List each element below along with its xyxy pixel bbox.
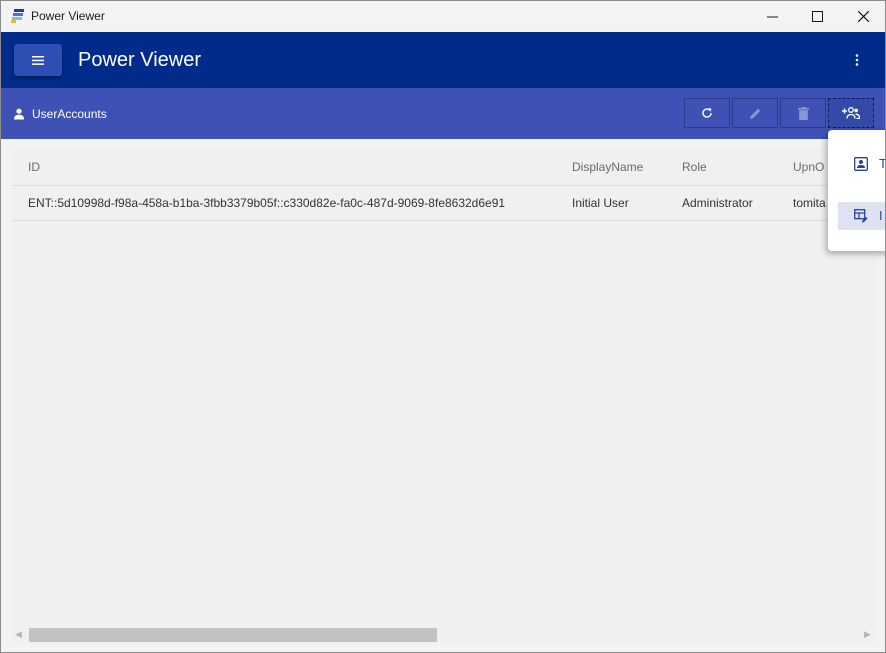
cell-id: ENT::5d10998d-f98a-458a-b1ba-3fbb3379b05… — [28, 196, 506, 210]
column-header-upn[interactable]: UpnO — [793, 160, 824, 174]
menu-item-label: I — [879, 208, 883, 223]
page-toolbar: UserAccounts — [1, 88, 885, 139]
grid-header: ID DisplayName Role UpnO — [12, 148, 877, 186]
window-title: Power Viewer — [31, 9, 105, 23]
column-header-id[interactable]: ID — [28, 160, 40, 174]
app-bar: Power Viewer — [1, 32, 885, 88]
column-header-displayname[interactable]: DisplayName — [572, 160, 643, 174]
minimize-button[interactable] — [749, 1, 795, 32]
close-icon — [857, 11, 869, 22]
column-header-role[interactable]: Role — [682, 160, 707, 174]
table-row[interactable]: ENT::5d10998d-f98a-458a-b1ba-3fbb3379b05… — [12, 185, 877, 221]
cell-role: Administrator — [682, 196, 753, 210]
page-header: UserAccounts — [13, 107, 107, 121]
menu-item-label: T — [879, 156, 885, 171]
horizontal-scrollbar[interactable]: ◀ ▶ — [12, 626, 877, 642]
menu-button[interactable] — [14, 44, 62, 76]
scroll-right-icon[interactable]: ▶ — [864, 629, 871, 640]
add-group-icon — [842, 107, 860, 119]
trash-icon — [797, 106, 809, 120]
edit-button[interactable] — [732, 98, 778, 128]
page-title: UserAccounts — [32, 107, 107, 121]
person-icon — [14, 108, 24, 120]
data-grid: ID DisplayName Role UpnO ENT::5d10998d-f… — [12, 148, 877, 642]
pencil-icon — [749, 108, 760, 119]
app-title: Power Viewer — [78, 49, 202, 71]
add-user-menu: T I — [828, 130, 885, 251]
scrollbar-thumb[interactable] — [29, 628, 437, 642]
refresh-icon — [702, 108, 712, 118]
more-options-button[interactable] — [843, 45, 871, 75]
delete-button[interactable] — [780, 98, 826, 128]
hamburger-menu-icon — [32, 55, 44, 65]
cell-upn: tomita — [793, 196, 826, 210]
refresh-button[interactable] — [684, 98, 730, 128]
menu-item-import-user[interactable]: T — [838, 150, 885, 178]
menu-item-table-edit[interactable]: I — [838, 202, 885, 230]
cell-display-name: Initial User — [572, 196, 629, 210]
app-logo-icon — [11, 9, 24, 23]
scroll-left-icon[interactable]: ◀ — [15, 629, 22, 640]
more-vertical-icon — [855, 54, 859, 66]
add-user-button[interactable] — [828, 98, 874, 128]
app-window: Power Viewer Power Viewer UserAccounts I… — [0, 0, 886, 653]
table-edit-icon — [854, 209, 868, 223]
maximize-icon — [811, 11, 823, 22]
close-button[interactable] — [840, 1, 885, 32]
import-user-icon — [854, 157, 868, 171]
title-bar[interactable]: Power Viewer — [1, 1, 885, 32]
maximize-button[interactable] — [794, 1, 840, 32]
minimize-icon — [766, 16, 778, 18]
